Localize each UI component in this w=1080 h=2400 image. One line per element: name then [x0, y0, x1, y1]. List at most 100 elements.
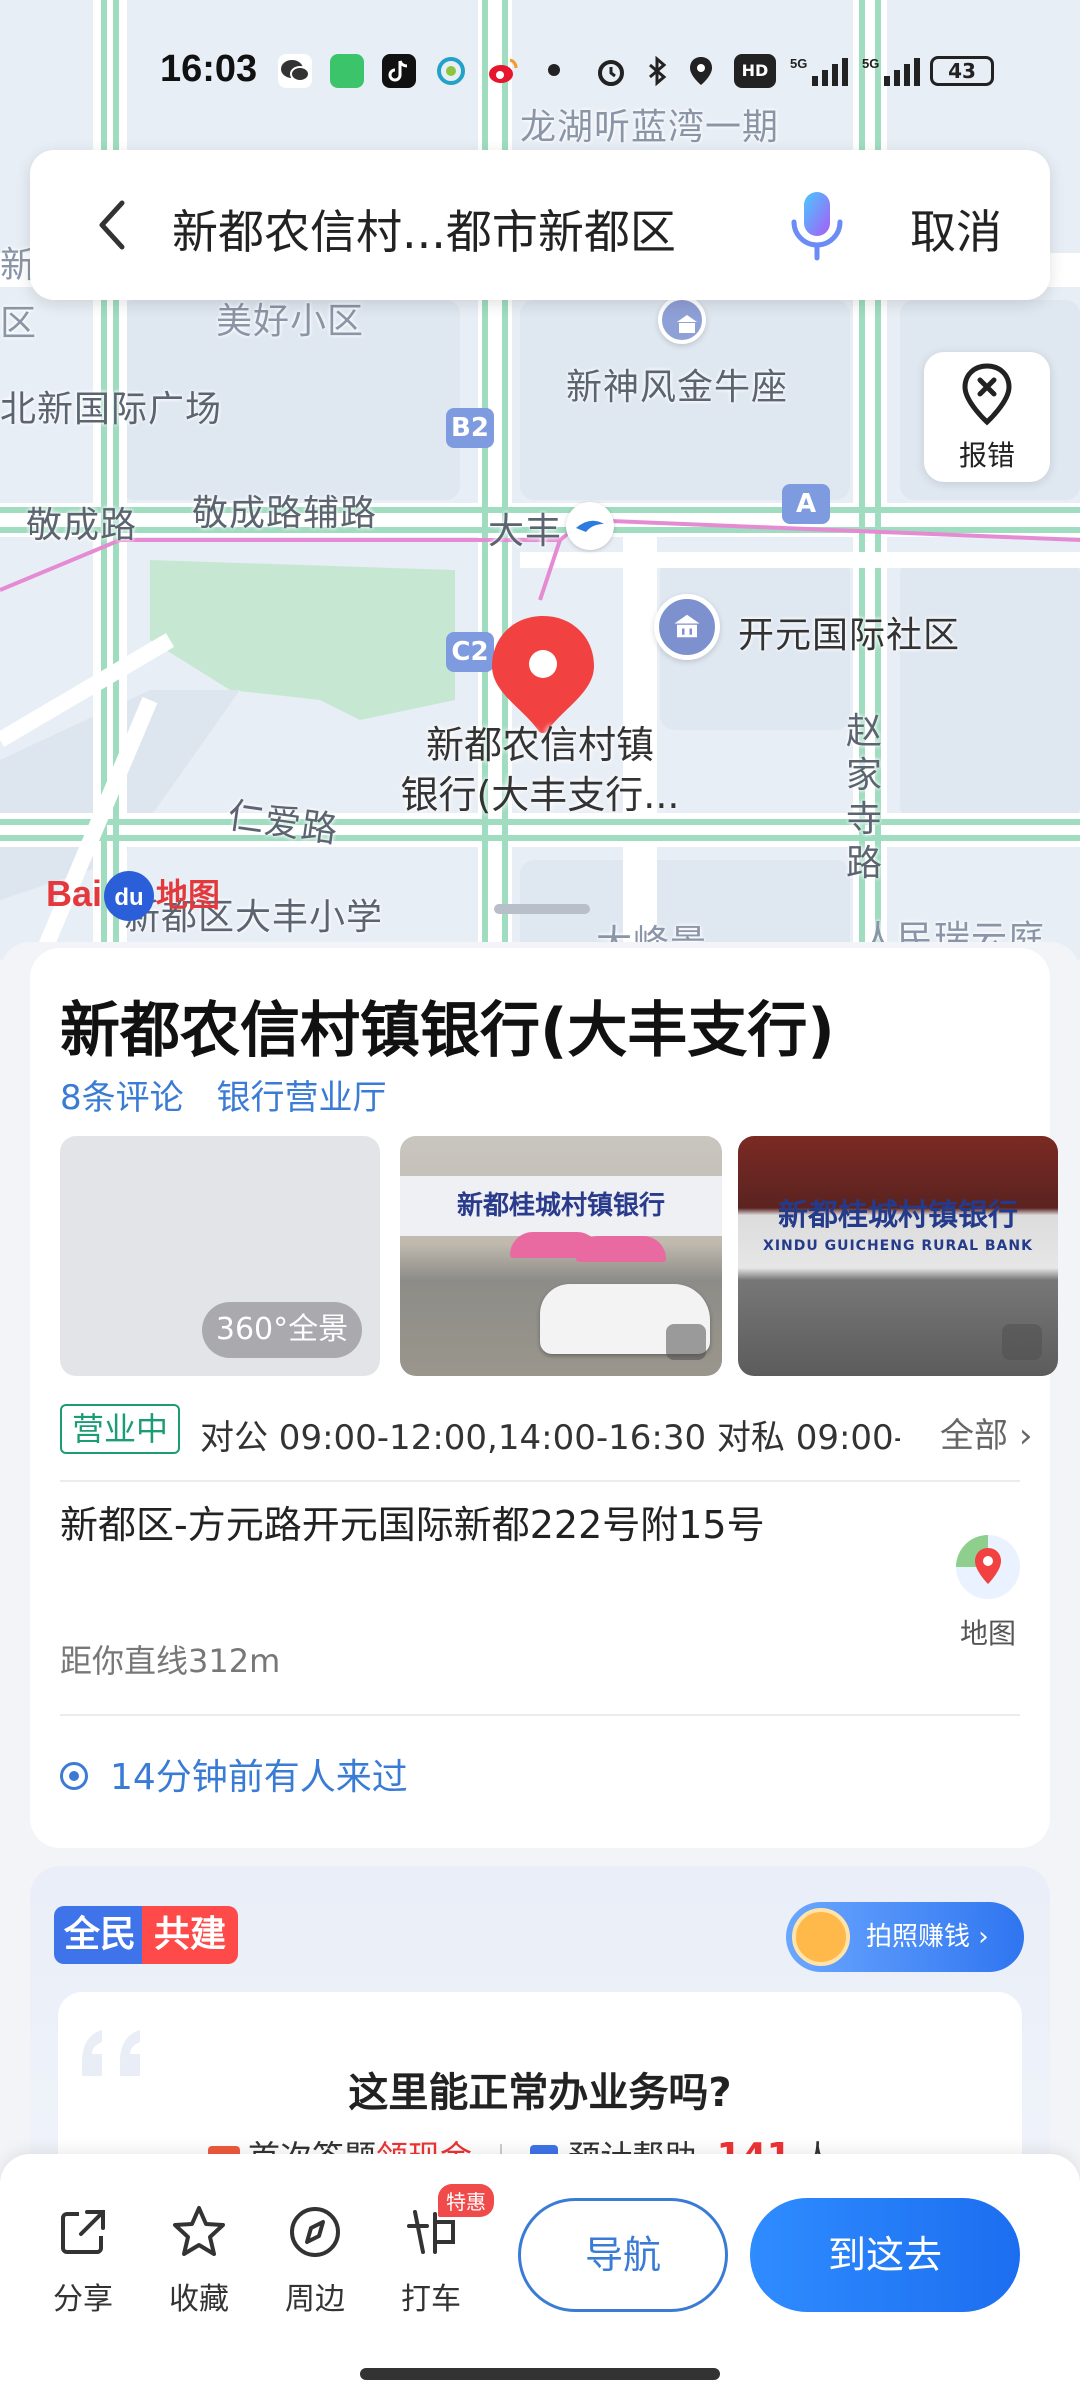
drag-handle[interactable] [494, 904, 590, 914]
address-text[interactable]: 新都区-方元路开元国际新都222号附15号 [60, 1498, 800, 1552]
business-hours-row[interactable]: 营业中 对公 09:00-12:00,14:00-16:30 对私 09:00-… [60, 1404, 1050, 1460]
taxi-label: 打车 [401, 2282, 461, 2317]
map-label-top: 龙湖听蓝湾一期 [520, 107, 780, 148]
photo-2-sign-en: XINDU GUICHENG RURAL BANK [763, 1238, 1033, 1254]
search-bar[interactable]: 新都农信村...都市新都区 取消 [30, 150, 1050, 300]
recent-visit-info: 14分钟前有人来过 [60, 1748, 408, 1800]
report-pin-icon [962, 363, 1012, 426]
svg-text:5G: 5G [862, 56, 879, 71]
status-time: 16:03 [160, 48, 258, 90]
panorama-button[interactable]: 360°全景 [202, 1302, 362, 1358]
dot-icon [548, 64, 560, 76]
bottom-action-bar: 分享 收藏 周边 特惠 打车 导航 到这去 [0, 2154, 1080, 2400]
image-icon [1002, 1324, 1042, 1360]
divider [60, 1480, 1020, 1482]
alarm-icon [594, 54, 628, 88]
place-tags: 8条评论 银行营业厅 [60, 1070, 408, 1119]
pin-label-line2: 银行(大丰支行... [400, 773, 680, 817]
signal-5g-icon-1: 5G [790, 54, 850, 88]
image-icon [666, 1324, 706, 1360]
hours-all-label: 全部 [940, 1416, 1008, 1456]
battery-indicator: 43 [930, 56, 994, 86]
badge-part-a: 全民 [54, 1906, 147, 1964]
logo-text-bai: Bai [46, 873, 103, 914]
location-icon [684, 54, 718, 88]
status-badge: 营业中 [60, 1404, 181, 1454]
panorama-thumbnail[interactable]: 360°全景 [60, 1136, 380, 1376]
taxi-discount-badge: 特惠 [438, 2184, 494, 2217]
hours-text: 对公 09:00-12:00,14:00-16:30 对私 09:00-... [200, 1418, 900, 1458]
place-title: 新都农信村镇银行(大丰支行) [60, 996, 835, 1066]
nearby-button[interactable]: 周边 [270, 2202, 360, 2318]
favorite-button[interactable]: 收藏 [154, 2202, 244, 2318]
logo-text-ditu: 地图 [156, 877, 221, 913]
pin-label-line1: 新都农信村镇 [425, 723, 654, 767]
voice-search-mic-icon[interactable] [782, 186, 852, 270]
reviews-link[interactable]: 8条评论 [60, 1078, 184, 1118]
camera-icon [792, 1908, 850, 1966]
road-badge-b2: B2 [446, 408, 494, 448]
map-pin-icon [956, 1535, 1020, 1599]
hd-icon: HD [734, 54, 776, 88]
baidu-map-logo: Bai du 地图 [46, 870, 221, 922]
place-info-card: 新都农信村镇银行(大丰支行) 8条评论 银行营业厅 360°全景 新都桂城村镇银… [30, 948, 1058, 1848]
signal-5g-icon-2: 5G [862, 54, 922, 88]
photo-2-sign-cn: 新都桂城村镇银行 [778, 1198, 1018, 1233]
weibo-icon [486, 54, 520, 88]
star-icon [173, 2206, 225, 2256]
distance-text: 距你直线312m [60, 1642, 281, 1680]
go-here-button[interactable]: 到这去 [750, 2198, 1020, 2312]
map-button-label: 地图 [959, 1617, 1016, 1650]
tiktok-icon [382, 54, 416, 88]
road-badge-a: A [782, 484, 830, 524]
map-label-dafeng: 大丰 [488, 511, 563, 552]
map-label-guangchang: 北新国际广场 [0, 389, 223, 430]
map-label-kaiyuan[interactable]: 开元国际社区 [738, 606, 960, 658]
map-label-left-2: 区 [0, 303, 38, 344]
svg-text:5G: 5G [790, 56, 807, 71]
category-link[interactable]: 银行营业厅 [216, 1078, 386, 1118]
back-button[interactable] [92, 195, 132, 259]
place-photo-1[interactable]: 新都桂城村镇银行 [400, 1136, 722, 1376]
photo-earn-label: 拍照赚钱 [866, 1922, 971, 1952]
favorite-label: 收藏 [169, 2282, 229, 2317]
hours-all-link[interactable]: 全部 › [940, 1408, 1032, 1457]
community-badge: 全民 共建 [54, 1906, 239, 1964]
target-dot-icon [60, 1762, 88, 1790]
divider [60, 1714, 1020, 1716]
compass-icon [290, 2207, 340, 2257]
visited-text: 14分钟前有人来过 [110, 1757, 408, 1798]
status-bar: 16:03 HD 5G 5G 43 [0, 40, 1080, 100]
nearby-label: 周边 [285, 2282, 345, 2317]
photo-1-sign: 新都桂城村镇银行 [400, 1176, 722, 1236]
transit-icon [566, 502, 614, 550]
share-button[interactable]: 分享 [38, 2202, 128, 2318]
badge-part-b: 共建 [142, 1906, 239, 1964]
share-icon [61, 2210, 105, 2254]
community-poi-icon[interactable] [654, 594, 720, 660]
cancel-button[interactable]: 取消 [910, 196, 1002, 262]
taxi-button[interactable]: 特惠 打车 [386, 2184, 494, 2318]
map-label-jingcheng: 敬成路 [26, 505, 138, 546]
view-on-map-button[interactable]: 地图 [948, 1532, 1028, 1652]
messages-icon [330, 54, 364, 88]
search-query[interactable]: 新都农信村...都市新都区 [172, 196, 676, 262]
wechat-icon [278, 54, 312, 88]
poi-icon [658, 296, 706, 344]
place-photo-2[interactable]: 新都桂城村镇银行 XINDU GUICHENG RURAL BANK [738, 1136, 1058, 1376]
map-label-xinshen: 新神风金牛座 [566, 367, 789, 408]
china-mobile-icon [434, 54, 468, 88]
umbrella-shape [576, 1236, 666, 1262]
report-error-button[interactable]: 报错 [924, 352, 1050, 482]
map-label-zhaojia: 赵家寺路 [846, 711, 884, 884]
logo-text-du: du [104, 871, 155, 922]
map-label-jingcheng-fu: 敬成路辅路 [192, 493, 378, 534]
home-indicator[interactable] [360, 2368, 720, 2380]
bluetooth-icon [640, 54, 674, 88]
map-view[interactable]: 龙湖听蓝湾一期 新 区 美好小区 新神风金牛座 北新国际广场 B2 A 敬成路 … [0, 0, 1080, 960]
share-label: 分享 [53, 2282, 113, 2317]
question-text: 这里能正常办业务吗? [348, 2070, 732, 2116]
chevron-right-icon: › [1018, 1416, 1033, 1456]
navigate-button[interactable]: 导航 [518, 2198, 728, 2312]
photo-earn-button[interactable]: 拍照赚钱 › [786, 1902, 1024, 1972]
